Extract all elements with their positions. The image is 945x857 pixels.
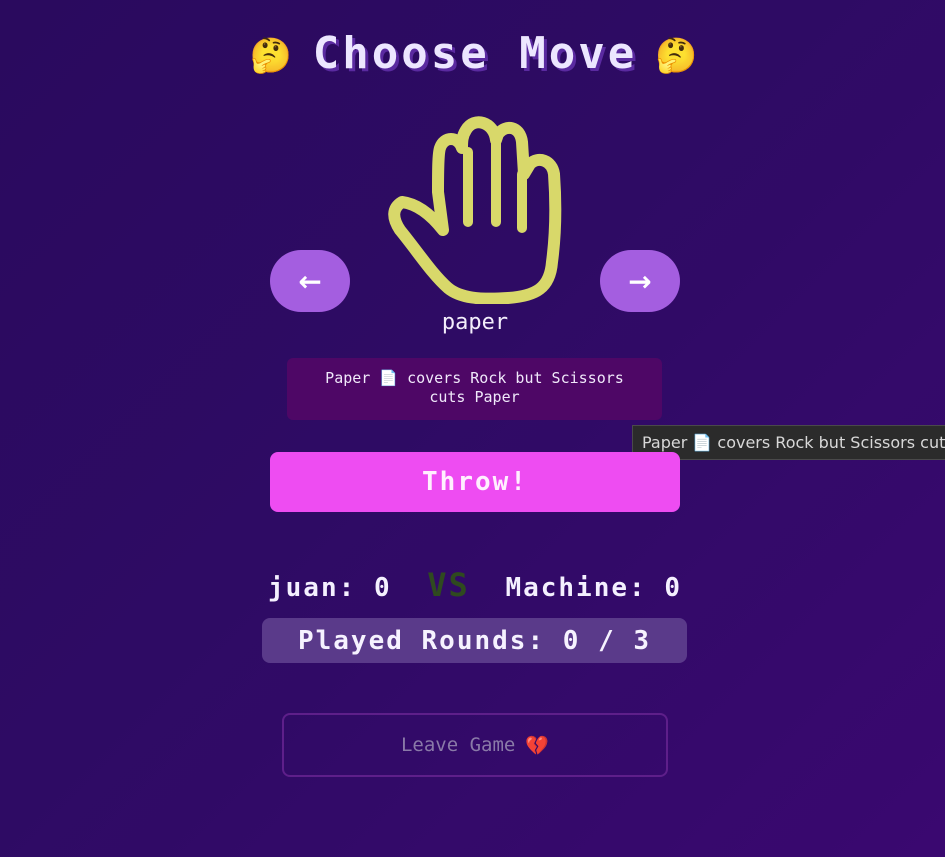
vs-label: VS [427, 566, 470, 604]
broken-heart-icon: 💔 [525, 734, 550, 757]
current-move-label: paper [441, 310, 509, 335]
rounds-played: 0 [562, 625, 581, 656]
rounds-total: 3 [633, 625, 652, 656]
rounds-separator: / [598, 625, 616, 656]
player-name: juan: [268, 573, 357, 603]
thinking-face-icon: 🤔 [249, 36, 295, 76]
opponent-name: Machine: [505, 573, 647, 603]
previous-move-button[interactable]: ← [270, 250, 350, 312]
player-score: 0 [373, 573, 392, 603]
page-title: 🤔 Choose Move 🤔 [0, 28, 945, 79]
title-text: Choose Move [312, 28, 638, 79]
rounds-counter: Played Rounds: 0 / 3 [262, 618, 687, 663]
move-description: Paper 📄 covers Rock but Scissors cuts Pa… [287, 358, 662, 420]
thinking-face-icon: 🤔 [655, 36, 701, 76]
description-tooltip: Paper 📄 covers Rock but Scissors cuts Pa… [632, 425, 945, 460]
leave-game-label: Leave Game [400, 734, 516, 756]
game-screen: 🤔 Choose Move 🤔 ← → paper Paper 📄 covers R… [0, 0, 945, 857]
scoreboard: juan: 0 VS Machine: 0 [0, 566, 945, 604]
opponent-score: 0 [664, 573, 682, 603]
open-hand-icon [388, 112, 564, 305]
arrow-left-icon: ← [298, 264, 322, 298]
leave-game-button[interactable]: Leave Game 💔 [282, 713, 668, 777]
rounds-label: Played Rounds: [297, 625, 546, 656]
next-move-button[interactable]: → [600, 250, 680, 312]
throw-button[interactable]: Throw! [270, 452, 680, 512]
arrow-right-icon: → [628, 264, 652, 298]
